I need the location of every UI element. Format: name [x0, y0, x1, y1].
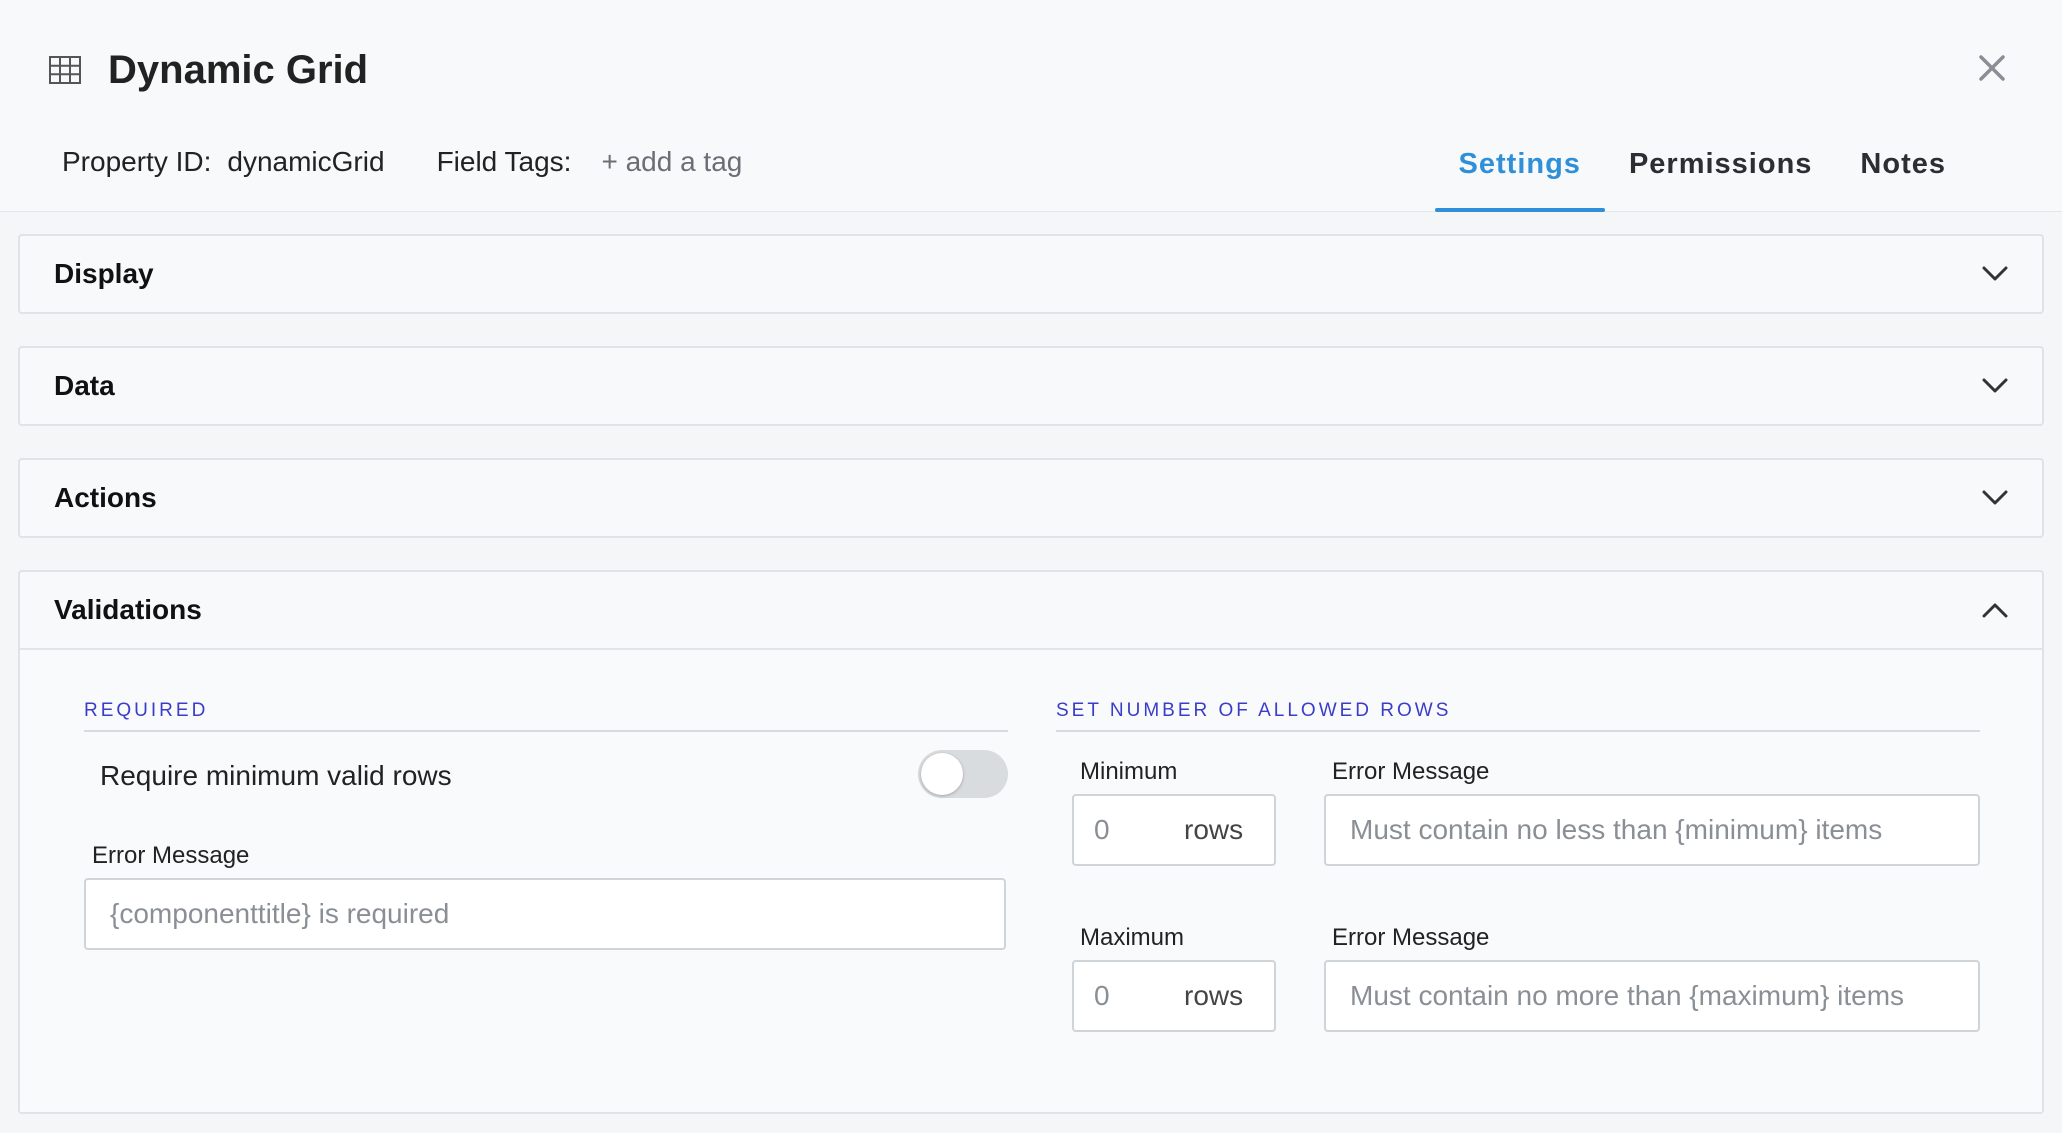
allowed-rows-heading: SET NUMBER OF ALLOWED ROWS: [1056, 700, 1452, 721]
section-actions-title: Actions: [54, 482, 157, 513]
required-error-input[interactable]: [84, 878, 1006, 950]
section-validations-title: Validations: [54, 594, 202, 625]
close-button[interactable]: [1972, 50, 2012, 90]
chevron-up-icon: [1980, 595, 2010, 625]
required-heading: REQUIRED: [84, 700, 209, 721]
modal-title: Dynamic Grid: [108, 47, 369, 92]
field-tags-label: Field Tags:: [436, 146, 572, 177]
validations-body: REQUIRED Require minimum valid rows Erro…: [20, 648, 2042, 1112]
required-divider: [84, 730, 1008, 732]
meta-row: Property ID: dynamicGrid Field Tags: + a…: [62, 146, 742, 178]
dynamic-grid-modal: Dynamic Grid Property ID: dynamicGrid Fi…: [0, 0, 2062, 1133]
section-validations-header[interactable]: Validations: [20, 572, 2042, 648]
section-data-title: Data: [54, 370, 115, 401]
minimum-error-input[interactable]: [1324, 794, 1980, 866]
minimum-error-label: Error Message: [1332, 758, 1490, 785]
section-data: Data: [18, 346, 2044, 426]
maximum-label: Maximum: [1080, 924, 1185, 951]
title-row: Dynamic Grid: [48, 42, 368, 98]
tab-settings[interactable]: Settings: [1434, 142, 1606, 212]
tab-bar: Settings Permissions Notes: [1434, 142, 1970, 212]
toggle-knob: [921, 753, 963, 795]
allowed-rows-divider: [1056, 730, 1980, 732]
section-display: Display: [18, 234, 2044, 314]
require-min-rows-label: Require minimum valid rows: [100, 760, 452, 791]
chevron-down-icon: [1980, 483, 2010, 513]
chevron-down-icon: [1980, 371, 2010, 401]
maximum-rows-suffix: rows: [1184, 980, 1244, 1011]
tab-permissions[interactable]: Permissions: [1605, 142, 1836, 212]
section-validations: Validations REQUIRED Require minimum val…: [18, 570, 2044, 1114]
maximum-error-input[interactable]: [1324, 960, 1980, 1032]
maximum-rows-input[interactable]: [1074, 962, 1184, 1030]
tab-notes[interactable]: Notes: [1836, 142, 1970, 212]
add-tag-link[interactable]: + add a tag: [601, 146, 742, 178]
modal-header: Dynamic Grid Property ID: dynamicGrid Fi…: [0, 0, 2062, 212]
maximum-error-label: Error Message: [1332, 924, 1490, 951]
section-display-title: Display: [54, 258, 154, 289]
close-icon: [1978, 54, 2006, 87]
minimum-rows-field: rows: [1072, 794, 1276, 866]
section-actions-header[interactable]: Actions: [20, 460, 2042, 536]
property-id-value: dynamicGrid: [227, 146, 385, 177]
required-error-label: Error Message: [92, 842, 250, 869]
section-display-header[interactable]: Display: [20, 236, 2042, 312]
require-min-rows-toggle[interactable]: [918, 750, 1008, 798]
section-data-header[interactable]: Data: [20, 348, 2042, 424]
section-actions: Actions: [18, 458, 2044, 538]
maximum-rows-field: rows: [1072, 960, 1276, 1032]
minimum-label: Minimum: [1080, 758, 1178, 785]
minimum-rows-suffix: rows: [1184, 814, 1244, 845]
minimum-rows-input[interactable]: [1074, 796, 1184, 864]
property-id-label: Property ID:: [62, 146, 212, 177]
chevron-down-icon: [1980, 259, 2010, 289]
grid-icon: [48, 53, 82, 87]
